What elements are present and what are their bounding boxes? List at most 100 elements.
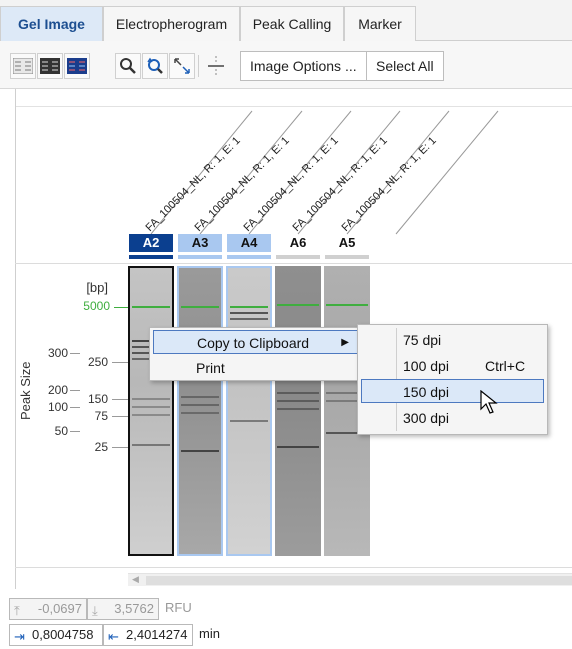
lane-bar-a2 — [129, 255, 173, 259]
right-tick-250: 250 — [87, 355, 108, 369]
left-tick-300: 300 — [47, 346, 68, 360]
horizontal-scrollbar[interactable]: ◀ — [128, 573, 572, 586]
image-options-button[interactable]: Image Options ... — [240, 51, 367, 81]
left-tick-100: 100 — [47, 400, 68, 414]
gel-band — [132, 444, 170, 446]
tab-marker[interactable]: Marker — [344, 6, 416, 41]
context-submenu: 75 dpi 100 dpi Ctrl+C 150 dpi 300 dpi — [357, 324, 548, 435]
gel-band — [181, 404, 219, 406]
lane-bar-a4 — [227, 255, 271, 259]
menu-item-copy-to-clipboard[interactable]: Copy to Clipboard ▶ — [153, 330, 358, 354]
menu-item-label: Copy to Clipboard — [197, 335, 310, 351]
gel-view-blue-icon — [67, 58, 87, 74]
zoom-reset-icon — [147, 57, 163, 74]
gel-band — [277, 392, 319, 394]
left-tick-200: 200 — [47, 383, 68, 397]
menu-item-300-dpi[interactable]: 300 dpi — [361, 406, 544, 430]
rfu-unit-label: RFU — [165, 600, 192, 615]
tab-gel-image[interactable]: Gel Image — [0, 6, 103, 42]
gel-lane-a6[interactable] — [275, 266, 321, 556]
gel-view-dark-button[interactable] — [37, 53, 63, 79]
arrow-down-bar-icon: ⤓ — [92, 603, 98, 618]
toolbar-separator — [198, 55, 199, 77]
rfu-min-field[interactable]: ⤒ -0,0697 — [9, 598, 87, 620]
lanes-divider — [15, 263, 572, 264]
time-max-field[interactable]: ⇤ 2,4014274 — [103, 624, 193, 646]
marker-tick — [114, 307, 128, 308]
right-tick-25: 25 — [94, 440, 108, 454]
left-tick-mark — [70, 353, 80, 354]
gel-band — [230, 420, 268, 422]
time-max-value: 2,4014274 — [126, 627, 188, 642]
gel-view-dark-icon — [40, 58, 60, 74]
zoom-reset-button[interactable] — [142, 53, 168, 79]
lane-tag-a5[interactable]: A5 — [325, 234, 369, 252]
time-min-field[interactable]: ⇥ 0,8004758 — [9, 624, 103, 646]
toolbar: Image Options ... Select All — [0, 41, 572, 89]
lane-tag-a6[interactable]: A6 — [276, 234, 320, 252]
menu-item-shortcut: Ctrl+C — [485, 358, 526, 374]
right-tick-150: 150 — [87, 392, 108, 406]
gel-band — [230, 318, 268, 320]
tab-peak-calling[interactable]: Peak Calling — [240, 6, 344, 41]
gel-band — [132, 398, 170, 400]
menu-item-75-dpi[interactable]: 75 dpi — [361, 328, 544, 352]
gel-view-gray-button[interactable] — [10, 53, 36, 79]
left-tick-mark — [70, 390, 80, 391]
select-all-button[interactable]: Select All — [366, 51, 444, 81]
rfu-max-field[interactable]: ⤓ 3,5762 — [87, 598, 159, 620]
arrow-left-bar-icon: ⇤ — [108, 629, 119, 644]
context-menu: Copy to Clipboard ▶ Print — [149, 327, 362, 381]
gel-band — [230, 306, 268, 308]
left-tick-mark — [70, 431, 80, 432]
tab-bar: Gel Image Electropherogram Peak Calling … — [0, 0, 572, 42]
menu-item-100-dpi[interactable]: 100 dpi Ctrl+C — [361, 354, 544, 378]
scroll-thumb[interactable] — [146, 576, 572, 585]
gel-band — [181, 412, 219, 414]
sample-header-lines — [150, 110, 499, 235]
time-min-value: 0,8004758 — [32, 627, 94, 642]
zoom-button[interactable] — [115, 53, 141, 79]
menu-item-150-dpi[interactable]: 150 dpi — [361, 379, 544, 403]
tab-electropherogram[interactable]: Electropherogram — [103, 6, 240, 41]
rfu-max-value: 3,5762 — [114, 601, 154, 616]
scroll-divider — [15, 567, 572, 568]
right-tick-mark — [112, 416, 128, 417]
menu-item-label: 150 dpi — [403, 384, 449, 400]
lane-bar-a3 — [178, 255, 222, 259]
arrow-right-bar-icon: ⇥ — [14, 629, 25, 644]
axis-unit-label: [bp] — [86, 280, 108, 295]
lane-bar-a5 — [325, 255, 369, 259]
lane-tag-a2[interactable]: A2 — [129, 234, 173, 252]
gel-lane-a2[interactable] — [128, 266, 174, 556]
marker-line — [372, 306, 572, 307]
gel-band — [277, 400, 319, 402]
lane-tag-a4[interactable]: A4 — [227, 234, 271, 252]
menu-item-label: 75 dpi — [403, 332, 442, 348]
gel-band — [230, 312, 268, 314]
gel-band — [277, 304, 319, 306]
left-tick-mark — [70, 407, 80, 408]
right-tick-mark — [112, 362, 128, 363]
fit-icon — [174, 58, 190, 74]
split-view-icon — [208, 56, 224, 76]
time-unit-label: min — [199, 626, 220, 641]
scroll-left-icon[interactable]: ◀ — [132, 574, 139, 585]
right-tick-mark — [112, 399, 128, 400]
split-view-button[interactable] — [203, 53, 229, 79]
menu-item-label: 100 dpi — [403, 358, 449, 374]
gel-view-gray-icon — [13, 58, 33, 74]
marker-5000-label: 5000 — [83, 299, 110, 313]
gel-view-blue-button[interactable] — [64, 53, 90, 79]
gel-lane-a3[interactable] — [177, 266, 223, 556]
lane-tag-a3[interactable]: A3 — [178, 234, 222, 252]
gel-band — [132, 414, 170, 416]
fit-button[interactable] — [169, 53, 195, 79]
gel-band — [132, 406, 170, 408]
gel-band — [132, 306, 170, 308]
menu-item-print[interactable]: Print — [153, 356, 358, 380]
gel-band — [277, 408, 319, 410]
menu-item-label: 300 dpi — [403, 410, 449, 426]
gel-band — [277, 446, 319, 448]
gel-lane-a4[interactable] — [226, 266, 272, 556]
